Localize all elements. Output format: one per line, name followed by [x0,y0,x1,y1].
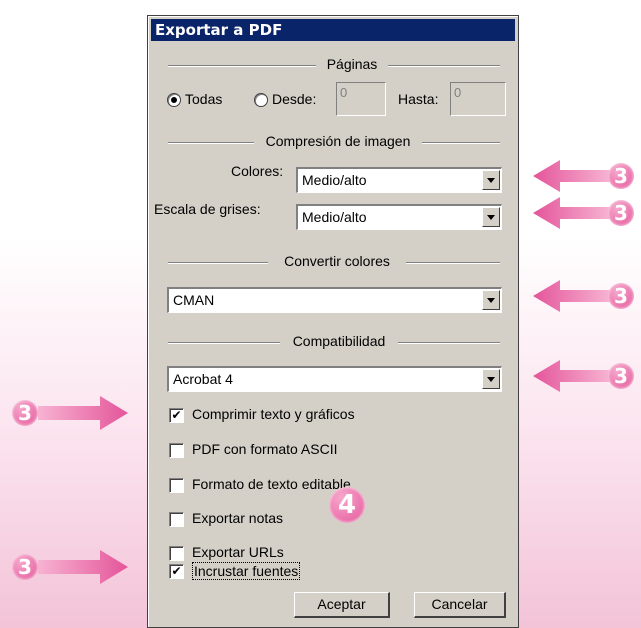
export-pdf-dialog: Exportar a PDF Páginas Todas Desde: 0 Ha… [147,15,519,628]
from-field[interactable]: 0 [336,82,386,116]
compat-dropdown-button[interactable] [482,369,500,389]
cancel-button[interactable]: Cancelar [414,592,506,618]
section-compat-label: Compatibilidad [292,333,386,349]
checkbox-embed-fonts-label: Incrustar fuentes [192,562,301,580]
arrow-right-incrustar [38,550,128,584]
gray-select[interactable]: Medio/alto [296,204,502,230]
radio-from[interactable] [254,93,268,107]
colors-select[interactable]: Medio/alto [296,167,502,193]
gray-label: Escala de grises: [154,201,261,217]
colors-label: Colores: [231,163,284,179]
checkbox-export-urls[interactable] [169,546,184,561]
section-convert-label: Convertir colores [284,253,390,269]
radio-all-label: Todas [185,91,223,107]
checkbox-compress-label: Comprimir texto y gráficos [192,406,355,422]
checkbox-export-notes-label: Exportar notas [192,510,284,526]
checkbox-editable-text-label: Formato de texto editable [192,476,351,492]
arrow-left-colores [533,160,610,192]
colors-dropdown-button[interactable] [482,170,500,190]
section-image-label: Compresión de imagen [265,133,411,149]
step3-badge-colores: 3 [608,163,634,189]
chevron-down-icon [487,215,495,220]
step3-badge-convertir: 3 [608,283,634,309]
compat-select[interactable]: Acrobat 4 [167,366,502,392]
checkbox-ascii-label: PDF con formato ASCII [192,441,338,457]
step3-badge-compat: 3 [608,363,634,389]
arrow-left-grises [533,197,610,229]
convert-value: CMAN [173,292,215,308]
checkbox-embed-fonts[interactable]: ✔ [169,564,184,579]
to-field[interactable]: 0 [450,82,506,116]
radio-from-label: Desde: [272,91,317,107]
step3-badge-grises: 3 [608,200,634,226]
gray-dropdown-button[interactable] [482,207,500,227]
section-pages: Páginas [148,56,520,74]
section-convert: Convertir colores [148,253,520,271]
arrow-left-compat [533,360,610,392]
checkbox-compress[interactable]: ✔ [169,408,184,423]
convert-select[interactable]: CMAN [167,287,502,313]
section-pages-label: Páginas [326,56,378,72]
compat-value: Acrobat 4 [173,371,233,387]
to-label: Hasta: [398,91,439,107]
checkbox-export-notes[interactable] [169,512,184,527]
step3-badge-incrustar: 3 [12,554,38,580]
step4-badge: 4 [329,487,365,523]
arrow-right-comprimir [38,396,128,430]
accept-button[interactable]: Aceptar [294,592,390,618]
radio-all[interactable] [167,93,181,107]
section-image: Compresión de imagen [148,133,520,151]
checkbox-ascii[interactable] [169,443,184,458]
section-compat: Compatibilidad [148,333,520,351]
checkbox-editable-text[interactable] [169,478,184,493]
arrow-left-convertir [533,280,610,312]
step3-badge-comprimir: 3 [12,400,38,426]
chevron-down-icon [487,178,495,183]
colors-value: Medio/alto [302,172,367,188]
dialog-title: Exportar a PDF [151,19,515,41]
gray-value: Medio/alto [302,209,367,225]
chevron-down-icon [487,298,495,303]
convert-dropdown-button[interactable] [482,290,500,310]
chevron-down-icon [487,377,495,382]
checkbox-export-urls-label: Exportar URLs [192,544,284,560]
